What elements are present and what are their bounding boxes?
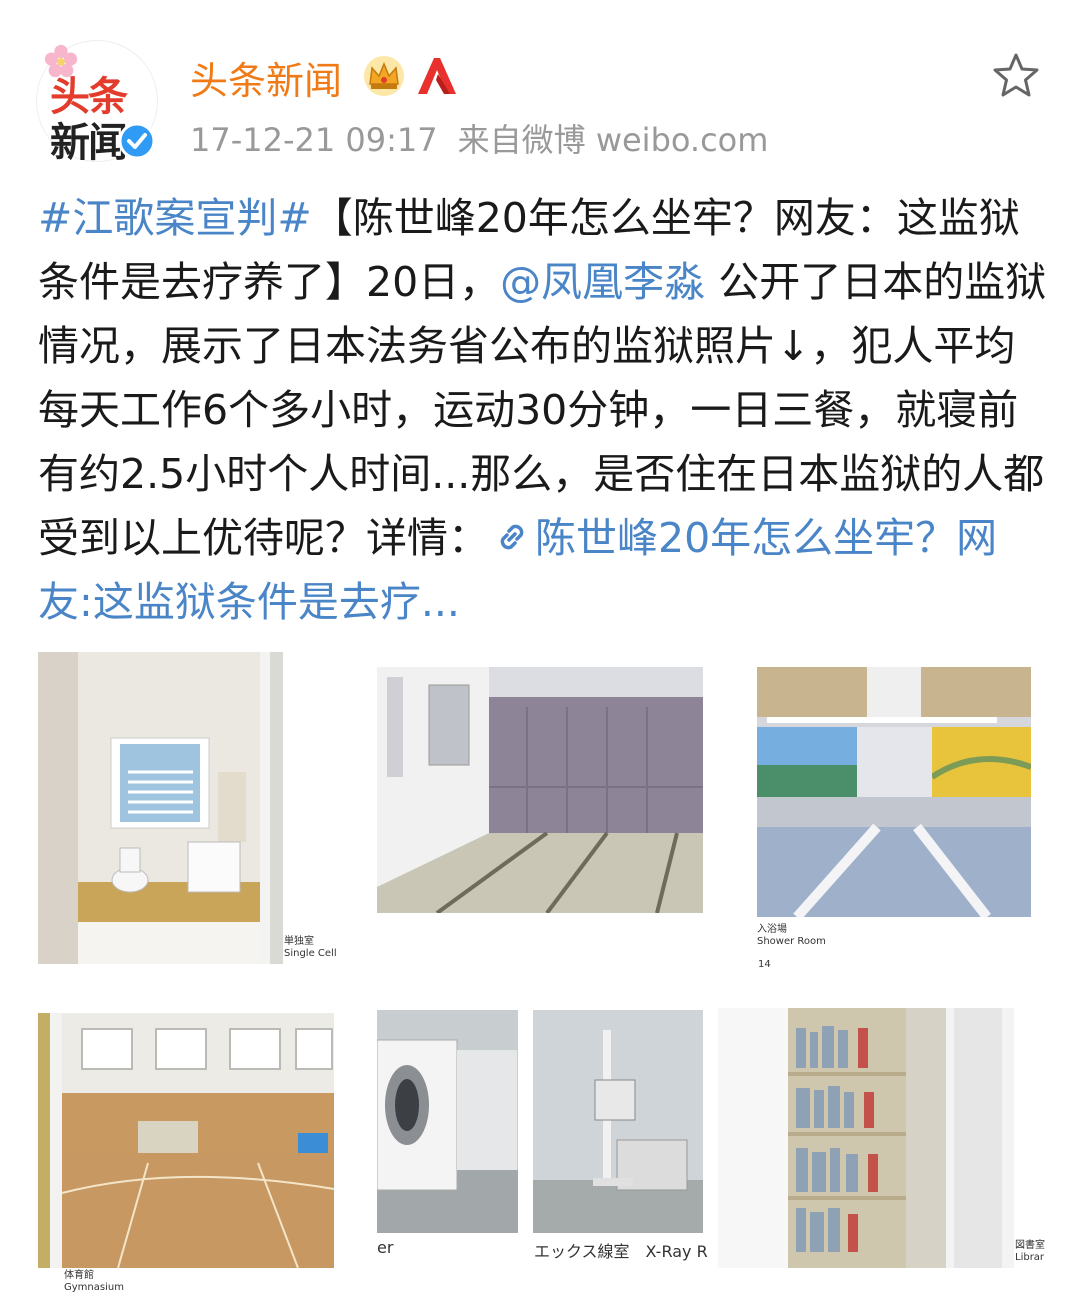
user-name[interactable]: 头条新闻	[190, 50, 342, 105]
caption-shower-room-en: Shower Room	[757, 936, 826, 947]
mention-link[interactable]: @凤凰李淼	[500, 258, 705, 306]
post-meta: 17-12-21 09:17 来自微博 weibo.com	[190, 115, 788, 161]
photo-gymnasium[interactable]	[38, 1013, 334, 1268]
page-number: 14	[758, 959, 771, 970]
caption-gymnasium: 体育館 Gymnasium	[64, 1270, 124, 1294]
caption-xray-left: er	[377, 1238, 394, 1257]
verified-icon	[118, 122, 156, 160]
caption-gymnasium-en: Gymnasium	[64, 1282, 124, 1293]
caption-xray-room: エックス線室 X-Ray R	[534, 1242, 708, 1261]
caption-gymnasium-jp: 体育館	[64, 1270, 94, 1281]
caption-single-cell-jp: 単独室	[284, 936, 314, 947]
caption-shower-room-jp: 入浴場	[757, 924, 787, 935]
photo-shower-room[interactable]	[757, 667, 1031, 917]
photo-collage[interactable]: 単独室 Single Cell 入浴場 Shower Room 14 体育館 G…	[0, 650, 1080, 1297]
photo-xray-room[interactable]	[533, 1010, 703, 1233]
photo-single-cell[interactable]	[38, 652, 283, 964]
topic-link[interactable]: #江歌案宣判#	[38, 194, 312, 242]
red-a-icon	[418, 58, 456, 94]
post-date: 17-12-21 09:17	[190, 121, 438, 159]
caption-single-cell-en: Single Cell	[284, 948, 337, 959]
post-source[interactable]: 来自微博 weibo.com	[458, 121, 769, 159]
post-header: 头条 新闻 头条新闻 17-12-21 09:17 来自微博 weibo.com	[0, 0, 1080, 170]
photo-library[interactable]	[718, 1008, 1014, 1268]
caption-library: 図書室 Librar	[1015, 1240, 1045, 1264]
caption-library-jp: 図書室	[1015, 1240, 1045, 1251]
crown-icon	[364, 56, 404, 96]
star-icon[interactable]	[990, 50, 1042, 102]
photo-ct-scanner[interactable]	[377, 1010, 518, 1233]
avatar-logo-line2: 新闻	[50, 120, 128, 166]
photo-tatami-room[interactable]	[377, 667, 703, 913]
post-text: #江歌案宣判#【陈世峰20年怎么坐牢？网友：这监狱条件是去疗养了】20日，@凤凰…	[38, 186, 1048, 634]
caption-library-en: Librar	[1015, 1252, 1045, 1263]
caption-shower-room: 入浴場 Shower Room	[757, 924, 826, 948]
link-icon[interactable]	[493, 518, 531, 556]
caption-single-cell: 単独室 Single Cell	[284, 936, 337, 960]
